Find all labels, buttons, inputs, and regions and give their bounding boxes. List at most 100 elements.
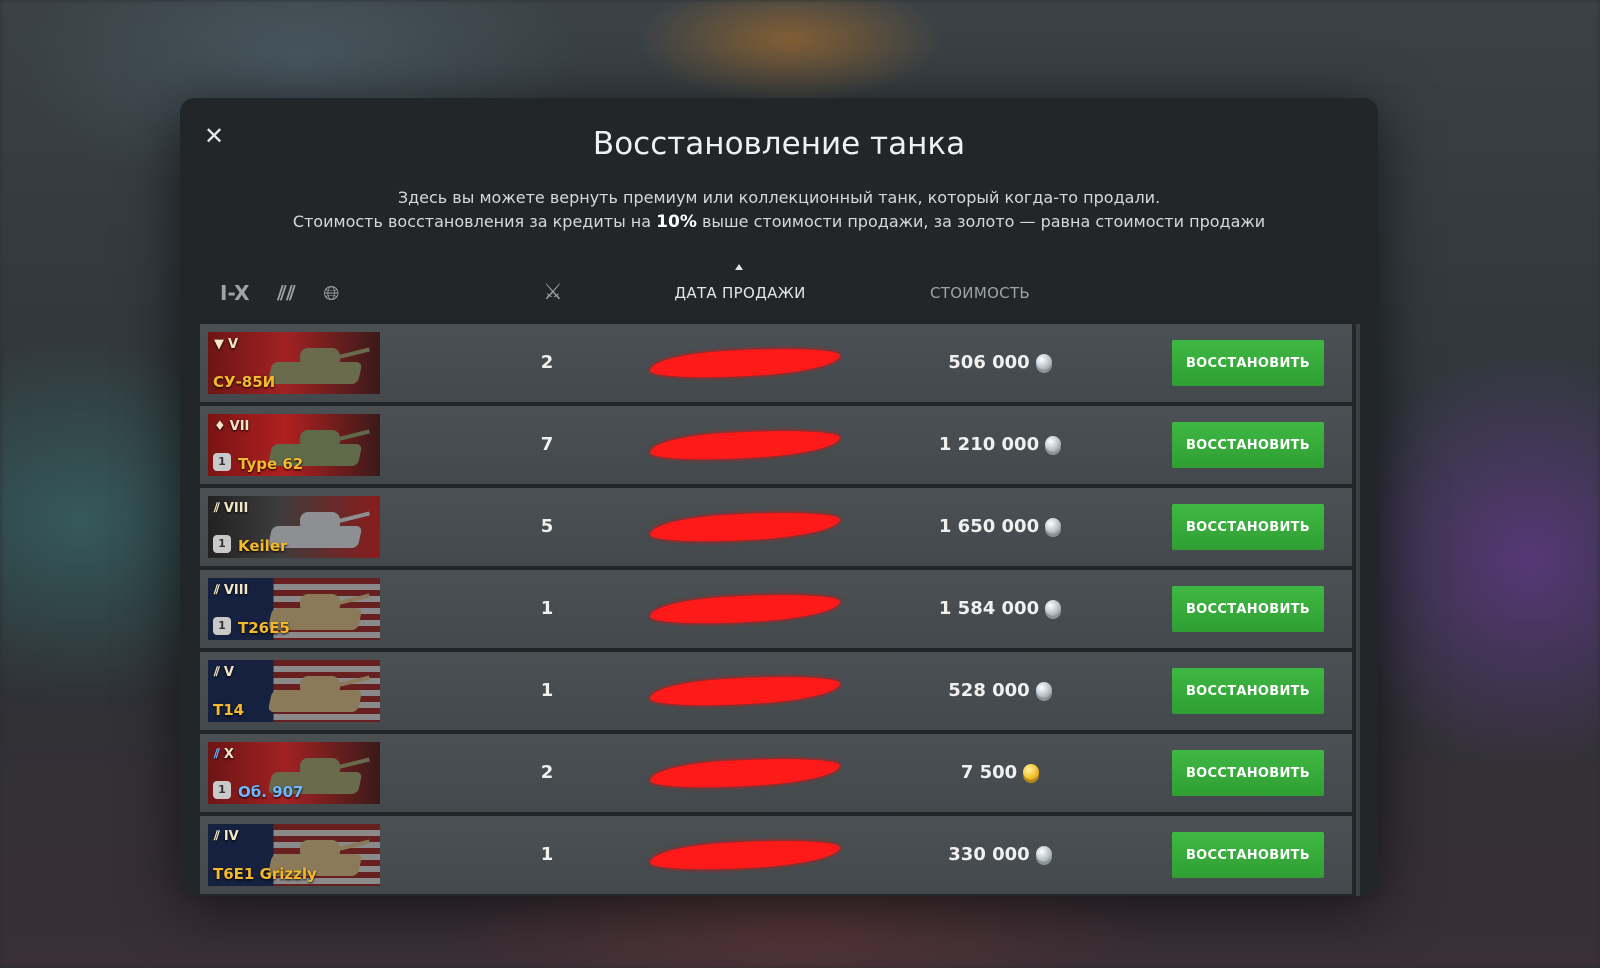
sale-date-column-header[interactable]: ДАТА ПРОДАЖИ xyxy=(620,284,860,302)
redacted-sale-date xyxy=(649,673,841,709)
restore-cost: 1 650 000 xyxy=(900,488,1100,566)
tier-label: X xyxy=(223,747,234,762)
tank-name: T6E1 Grizzly xyxy=(213,865,317,883)
redacted-sale-date xyxy=(649,755,841,791)
restore-button[interactable]: ВОССТАНОВИТЬ xyxy=(1172,668,1324,714)
tier-label: V xyxy=(223,665,234,680)
tank-name: T14 xyxy=(213,701,245,719)
mastery-badge-icon: 1 xyxy=(213,453,231,471)
tank-class-icon: ⫽ xyxy=(214,583,220,598)
battles-count: 2 xyxy=(540,762,554,783)
redacted-sale-date xyxy=(649,427,841,463)
tier-filter-button[interactable]: I-X xyxy=(220,278,250,308)
tank-row: ♦ VII 1 Type 62 7 1 210 000 ВОССТАНОВИТЬ xyxy=(200,406,1352,484)
tank-row: ⫽ V T14 1 528 000 ВОССТАНОВИТЬ xyxy=(200,652,1352,730)
cost-value: 528 000 xyxy=(948,680,1030,701)
dialog-description: Здесь вы можете вернуть премиум или колл… xyxy=(180,186,1378,234)
battles-count: 1 xyxy=(540,598,554,619)
tank-card[interactable]: ⫽ V T14 xyxy=(208,660,380,722)
restore-cost: 528 000 xyxy=(900,652,1100,730)
tank-tier: ⫽ X xyxy=(214,747,234,762)
tank-tier: ⫽ V xyxy=(214,665,234,680)
tank-tier: ▼ V xyxy=(214,337,238,352)
restore-cost: 1 584 000 xyxy=(900,570,1100,648)
restore-button[interactable]: ВОССТАНОВИТЬ xyxy=(1172,422,1324,468)
tier-label: VII xyxy=(229,419,250,434)
filter-bar: I-X ⫽⫽ 🌐︎ xyxy=(220,278,339,308)
tank-card[interactable]: ⫽ VIII 1 Keiler xyxy=(208,496,380,558)
silver-coin-icon xyxy=(1035,354,1052,370)
tank-name: T26E5 xyxy=(238,619,290,637)
battles-count: 1 xyxy=(540,680,554,701)
tank-class-icon: ⫽ xyxy=(214,747,220,762)
cost-column-header[interactable]: СТОИМОСТЬ xyxy=(895,284,1065,302)
mastery-badge-icon: 1 xyxy=(213,535,231,553)
description-line-2: Стоимость восстановления за кредиты на 1… xyxy=(180,210,1378,234)
tank-name: СУ-85И xyxy=(213,373,276,391)
silver-coin-icon xyxy=(1045,600,1062,616)
tank-card[interactable]: ♦ VII 1 Type 62 xyxy=(208,414,380,476)
scrollbar[interactable] xyxy=(1356,324,1360,896)
restore-button[interactable]: ВОССТАНОВИТЬ xyxy=(1172,586,1324,632)
tank-card[interactable]: ⫽ X 1 Об. 907 xyxy=(208,742,380,804)
mastery-badge-icon: 1 xyxy=(213,617,231,635)
tank-class-icon: ⫽ xyxy=(214,665,220,680)
description-text: выше стоимости продажи, за золото — равн… xyxy=(696,212,1266,231)
restore-button[interactable]: ВОССТАНОВИТЬ xyxy=(1172,340,1324,386)
tank-class-icon: ▼ xyxy=(214,337,224,352)
tank-row: ⫽ X 1 Об. 907 2 7 500 ВОССТАНОВИТЬ xyxy=(200,734,1352,812)
cost-value: 7 500 xyxy=(960,762,1018,783)
silver-coin-icon xyxy=(1045,436,1062,452)
cost-value: 1 210 000 xyxy=(938,434,1040,455)
tank-row: ⫽ VIII 1 T26E5 1 1 584 000 ВОССТАНОВИТЬ xyxy=(200,570,1352,648)
tank-name: Type 62 xyxy=(238,455,304,473)
silver-coin-icon xyxy=(1045,518,1062,534)
redacted-sale-date xyxy=(649,345,841,381)
tank-name: Keiler xyxy=(238,537,288,555)
restore-button[interactable]: ВОССТАНОВИТЬ xyxy=(1172,504,1324,550)
restore-cost: 1 210 000 xyxy=(900,406,1100,484)
tier-label: V xyxy=(228,337,239,352)
tank-list: ▼ V СУ-85И 2 506 000 ВОССТАНОВИТЬ ♦ VII 1 … xyxy=(200,324,1360,896)
battles-count: 1 xyxy=(540,844,554,865)
vehicle-type-icon[interactable]: ⫽⫽ xyxy=(278,278,296,308)
tank-tier: ♦ VII xyxy=(214,419,249,434)
mastery-badge-icon: 1 xyxy=(213,781,231,799)
sort-arrow-icon xyxy=(735,264,743,270)
tank-tier: ⫽ IV xyxy=(214,829,239,844)
restore-cost: 7 500 xyxy=(900,734,1100,812)
tier-label: IV xyxy=(223,829,239,844)
tier-label: VIII xyxy=(223,583,249,598)
dialog-title: Восстановление танка xyxy=(592,126,966,162)
tank-tier: ⫽ VIII xyxy=(214,583,248,598)
cost-value: 330 000 xyxy=(948,844,1030,865)
restore-tank-dialog: ✕ Восстановление танка Здесь вы можете в… xyxy=(180,98,1378,896)
tank-name: Об. 907 xyxy=(238,783,304,801)
description-percent: 10% xyxy=(656,212,697,232)
redacted-sale-date xyxy=(649,509,841,545)
description-line-1: Здесь вы можете вернуть премиум или колл… xyxy=(397,188,1161,207)
silver-coin-icon xyxy=(1035,682,1052,698)
tank-card[interactable]: ▼ V СУ-85И xyxy=(208,332,380,394)
redacted-sale-date xyxy=(649,837,841,873)
globe-icon[interactable]: 🌐︎ xyxy=(323,278,339,308)
tank-card[interactable]: ⫽ VIII 1 T26E5 xyxy=(208,578,380,640)
restore-button[interactable]: ВОССТАНОВИТЬ xyxy=(1172,750,1324,796)
silver-coin-icon xyxy=(1035,846,1052,862)
tier-label: VIII xyxy=(223,501,249,516)
cost-value: 1 584 000 xyxy=(938,598,1040,619)
tank-tier: ⫽ VIII xyxy=(214,501,248,516)
battles-count: 5 xyxy=(540,516,554,537)
battles-count: 2 xyxy=(540,352,554,373)
crossed-swords-icon[interactable]: ⚔︎ xyxy=(543,280,563,305)
restore-button[interactable]: ВОССТАНОВИТЬ xyxy=(1172,832,1324,878)
battles-count: 7 xyxy=(540,434,554,455)
cost-value: 1 650 000 xyxy=(938,516,1040,537)
tank-card[interactable]: ⫽ IV T6E1 Grizzly xyxy=(208,824,380,886)
tank-row: ▼ V СУ-85И 2 506 000 ВОССТАНОВИТЬ xyxy=(200,324,1352,402)
tank-class-icon: ⫽ xyxy=(214,501,220,516)
tank-row: ⫽ IV T6E1 Grizzly 1 330 000 ВОССТАНОВИТЬ xyxy=(200,816,1352,894)
redacted-sale-date xyxy=(649,591,841,627)
description-text: Стоимость восстановления за кредиты на xyxy=(292,212,657,231)
tank-row: ⫽ VIII 1 Keiler 5 1 650 000 ВОССТАНОВИТЬ xyxy=(200,488,1352,566)
